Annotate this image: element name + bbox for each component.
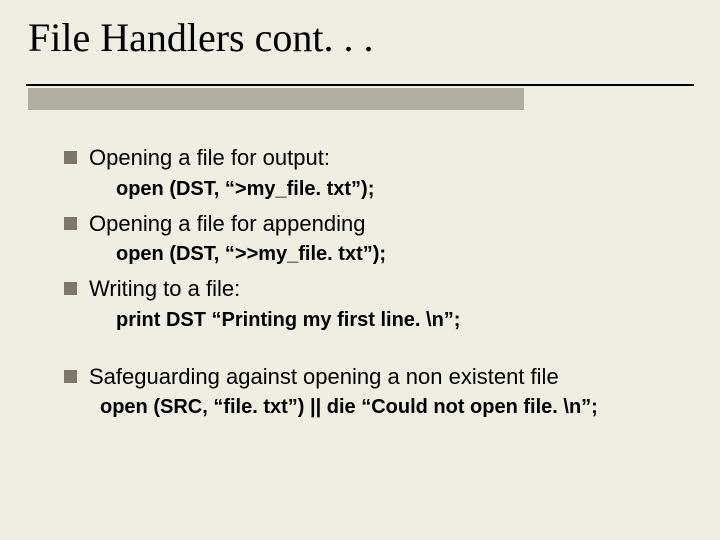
list-item-text: Writing to a file:: [89, 275, 240, 303]
list-item: Opening a file for appending: [64, 210, 676, 238]
list-item-text: Opening a file for appending: [89, 210, 365, 238]
title-underline: [26, 84, 694, 110]
bullet-icon: [64, 282, 77, 295]
content-area: Opening a file for output: open (DST, “>…: [64, 140, 676, 428]
list-item-text: Opening a file for output:: [89, 144, 330, 172]
code-line: open (DST, “>my_file. txt”);: [116, 176, 676, 202]
slide: File Handlers cont. . . Opening a file f…: [0, 0, 720, 540]
list-item: Writing to a file:: [64, 275, 676, 303]
list-item-text: Safeguarding against opening a non exist…: [89, 363, 559, 391]
list-item: Opening a file for output:: [64, 144, 676, 172]
rule-shadow: [28, 88, 524, 110]
list-item: Safeguarding against opening a non exist…: [64, 363, 676, 391]
code-line: open (DST, “>>my_file. txt”);: [116, 241, 676, 267]
bullet-icon: [64, 151, 77, 164]
bullet-icon: [64, 370, 77, 383]
code-line: print DST “Printing my first line. \n”;: [116, 307, 676, 333]
code-line: open (SRC, “file. txt”) || die “Could no…: [100, 394, 676, 420]
bullet-icon: [64, 217, 77, 230]
rule-line: [26, 84, 694, 86]
slide-title: File Handlers cont. . .: [28, 14, 374, 61]
